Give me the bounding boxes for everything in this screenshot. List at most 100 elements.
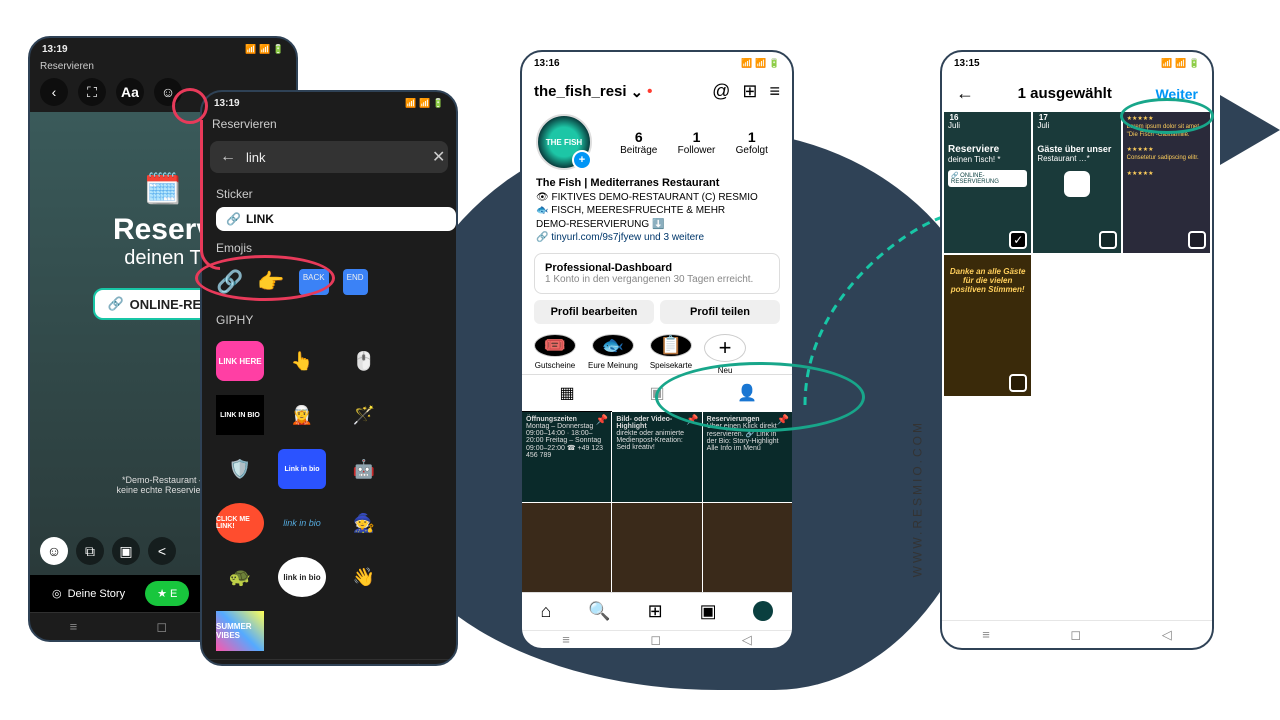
emoji-point-right[interactable]: 👉 [257,269,284,295]
nav-back-icon[interactable]: ◁ [408,660,418,666]
nav-home-icon[interactable]: ◻ [156,619,167,635]
gif-wave[interactable]: 👋 [340,557,388,597]
emoji-back[interactable]: BACK [299,269,329,295]
reels-icon[interactable]: ▣ [112,537,140,565]
create-icon[interactable]: ⊞ [742,81,757,102]
app-label: Reservieren [30,61,296,72]
gif-char-6[interactable]: 🐢 [216,557,264,597]
nav-search[interactable]: 🔍 [588,601,610,622]
post-1[interactable]: 📌ÖffnungszeitenMontag – Donnerstag 09:00… [522,412,611,501]
text-icon[interactable]: Aa [116,78,144,106]
picker-cell-3[interactable]: ★★★★★Lorem ipsum dolor sit amet, "Die Fi… [1123,112,1210,253]
pro-dashboard[interactable]: Professional-Dashboard 1 Konto in den ve… [534,253,780,294]
checkbox-icon[interactable] [1009,374,1027,392]
post-2[interactable]: 📌Bild- oder Video-Highlightdirekte oder … [612,412,701,501]
back-icon[interactable]: ← [220,148,236,166]
highlight-speisekarte[interactable]: 📋Speisekarte [650,334,692,369]
nav-menu-icon[interactable]: ≡ [70,619,78,634]
gif-summer[interactable]: SUMMER VIBES [216,611,264,651]
nav-home-icon[interactable]: ◻ [650,632,661,648]
nav-create[interactable]: ⊞ [648,601,663,622]
nav-menu-icon[interactable]: ≡ [240,661,248,667]
phone-story-picker: 13:15 📶 📶 🔋 ← 1 ausgewählt Weiter 16Juli… [940,50,1214,650]
ig-topbar: the_fish_resi⌄• @ ⊞ ≡ [522,75,792,108]
checkbox-icon[interactable] [1009,231,1027,249]
android-navbar: ≡ ◻ ◁ [942,620,1212,648]
post-6[interactable] [703,503,792,592]
checkbox-icon[interactable] [1188,231,1206,249]
back-icon[interactable]: ← [956,83,974,104]
share-profile-button[interactable]: Profil teilen [660,300,780,324]
emoji-end[interactable]: END [343,269,368,295]
back-icon[interactable]: ‹ [40,78,68,106]
nav-menu-icon[interactable]: ≡ [562,632,570,647]
emoji-link[interactable]: 🔗 [216,269,243,295]
crop-icon[interactable]: ⛶ [78,78,106,106]
gif-click-me[interactable]: CLICK ME LINK! [216,503,264,543]
tab-grid[interactable]: ▦ [522,375,612,412]
section-giphy: GIPHY [202,303,456,333]
highlight-new[interactable]: +Neu [704,334,746,369]
link-sticker[interactable]: 🔗 LINK [216,207,456,231]
gif-grid: LINK HERE 👆 🖱️ LINK IN BIO 🧝 🪄 🛡️ Link i… [202,333,456,659]
link-icon: 🔗 [107,296,123,312]
gif-link-here[interactable]: LINK HERE [216,341,264,381]
avatar[interactable]: THE FISH [536,114,592,170]
gif-char-5[interactable]: 🧙 [340,503,388,543]
highlights-row: 🎟️Gutscheine 🐟Eure Meinung 📋Speisekarte … [522,324,792,375]
gif-char-3[interactable]: 🛡️ [216,449,264,489]
android-navbar: ≡ ◻ ◁ [202,659,456,666]
link-icon: 🔗 [226,212,241,226]
android-navbar: ≡ ◻ ◁ [522,630,792,648]
profile-tabs: ▦ ▣ 👤 [522,374,792,412]
nav-home-icon[interactable]: ◻ [322,660,333,666]
stat-following[interactable]: 1Gefolgt [736,129,768,156]
gif-cursor[interactable]: 🖱️ [340,341,388,381]
gif-link-in-bio-1[interactable]: LINK IN BIO [216,395,264,435]
nav-reels[interactable]: ▣ [700,601,717,622]
picker-cell-1[interactable]: 16Juli Reserviere deinen Tisch! * 🔗 ONLI… [944,112,1031,253]
nav-home[interactable]: ⌂ [540,601,551,622]
nav-profile[interactable] [753,601,773,621]
sticker-icon[interactable]: ☺ [154,78,182,106]
tab-tagged[interactable]: 👤 [702,375,792,412]
section-emojis: Emojis [202,231,456,261]
edit-profile-button[interactable]: Profil bearbeiten [534,300,654,324]
share-icon[interactable]: < [148,537,176,565]
threads-icon[interactable]: @ [712,81,730,102]
ig-stats: 6Beiträge 1Follower 1Gefolgt [610,129,778,156]
highlight-gutscheine[interactable]: 🎟️Gutscheine [534,334,576,369]
gif-link-script[interactable]: link in bio [278,503,326,543]
post-3[interactable]: 📌ReservierungenÜber einen Klick direkt r… [703,412,792,501]
nav-back-icon[interactable]: ◁ [742,632,752,648]
menu-icon[interactable]: ≡ [769,81,780,102]
gif-char-2[interactable]: 🪄 [340,395,388,435]
statusbar: 13:15 📶 📶 🔋 [942,52,1212,75]
bio-link[interactable]: 🔗 tinyurl.com/9s7jfyew und 3 weitere [536,232,704,243]
close-friends-chip[interactable]: ★ E [145,581,189,606]
picker-cell-2[interactable]: 17Juli Gäste über unser Restaurant …* [1033,112,1120,253]
post-5[interactable] [612,503,701,592]
highlight-meinung[interactable]: 🐟Eure Meinung [588,334,638,369]
nav-back-icon[interactable]: ◁ [1162,627,1172,643]
post-4[interactable] [522,503,611,592]
username-dropdown[interactable]: the_fish_resi⌄• [534,83,652,101]
gif-link-in-bio-2[interactable]: Link in bio [278,449,326,489]
gif-hand-point[interactable]: 👆 [278,341,326,381]
next-button[interactable]: Weiter [1155,86,1198,102]
avatar-icon[interactable]: ☺ [40,537,68,565]
tab-reels[interactable]: ▣ [612,375,702,412]
search-input[interactable] [246,150,422,165]
gif-char-4[interactable]: 🤖 [340,449,388,489]
gif-speech-bubble[interactable]: link in bio [278,557,326,597]
stat-followers[interactable]: 1Follower [678,129,716,156]
clear-icon[interactable]: ✕ [432,147,445,167]
layers-icon[interactable]: ⧉ [76,537,104,565]
stat-posts[interactable]: 6Beiträge [620,129,657,156]
checkbox-icon[interactable] [1099,231,1117,249]
your-story-chip[interactable]: ◎ Deine Story [40,581,137,606]
nav-menu-icon[interactable]: ≡ [982,627,990,642]
gif-char-1[interactable]: 🧝 [278,395,326,435]
picker-cell-4[interactable]: Danke an alle Gäste für die vielen posit… [944,255,1031,396]
nav-home-icon[interactable]: ◻ [1070,627,1081,643]
